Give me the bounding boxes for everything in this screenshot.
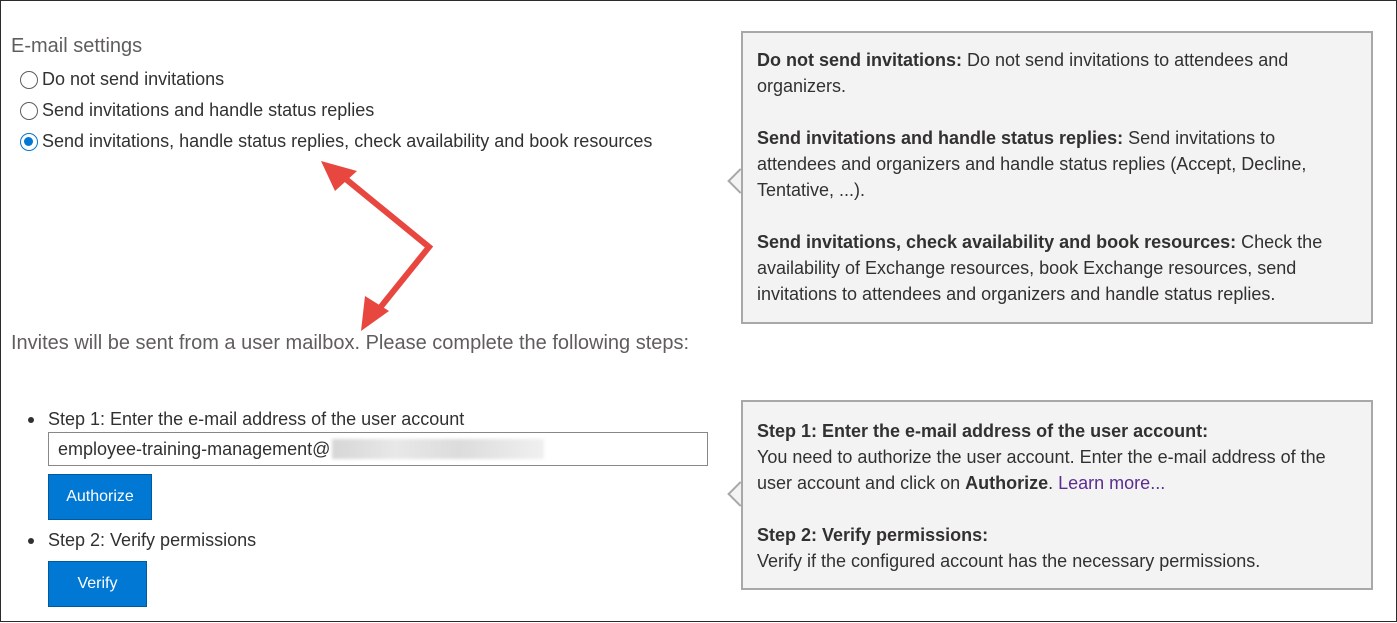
help-item: Send invitations, check availability and…	[757, 229, 1357, 307]
steps-help-callout: Step 1: Enter the e-mail address of the …	[741, 400, 1373, 590]
help-desc: Verify if the configured account has the…	[757, 551, 1261, 571]
help-term: Do not send invitations:	[757, 50, 962, 70]
radio-send-and-handle[interactable]: Send invitations and handle status repli…	[20, 100, 374, 121]
settings-panel: E-mail settings Do not send invitations …	[0, 0, 1397, 622]
radio-button-icon[interactable]	[20, 101, 38, 120]
help-item: Send invitations and handle status repli…	[757, 125, 1357, 203]
mailbox-info-text: Invites will be sent from a user mailbox…	[11, 332, 690, 354]
email-settings-title: E-mail settings	[11, 35, 143, 57]
arrow-line	[334, 168, 434, 321]
redacted-domain	[332, 439, 545, 459]
help-item-step1: Step 1: Enter the e-mail address of the …	[757, 418, 1357, 496]
help-desc: .	[1048, 473, 1059, 493]
radio-button-icon[interactable]	[20, 70, 38, 89]
help-term: Send invitations, check availability and…	[757, 232, 1237, 252]
step2-label: Step 2: Verify permissions	[28, 530, 256, 551]
help-item: Do not send invitations: Do not send inv…	[757, 47, 1357, 99]
radio-label: Send invitations and handle status repli…	[42, 100, 375, 120]
email-value: employee-training-management@	[58, 438, 331, 459]
help-item-step2: Step 2: Verify permissions: Verify if th…	[757, 522, 1357, 574]
authorize-button[interactable]: Authorize	[48, 474, 152, 520]
help-desc-bold: Authorize	[965, 473, 1049, 493]
radio-do-not-send[interactable]: Do not send invitations	[20, 69, 224, 90]
verify-button[interactable]: Verify	[48, 561, 147, 607]
step2-text: Step 2: Verify permissions	[48, 530, 257, 550]
email-field[interactable]: employee-training-management@	[48, 432, 708, 466]
radio-send-handle-book[interactable]: Send invitations, handle status replies,…	[20, 131, 652, 152]
radio-label: Send invitations, handle status replies,…	[42, 131, 653, 151]
help-term: Send invitations and handle status repli…	[757, 128, 1124, 148]
help-term: Step 1: Enter the e-mail address of the …	[757, 421, 1209, 441]
radio-label: Do not send invitations	[42, 69, 225, 89]
invitation-help-callout: Do not send invitations: Do not send inv…	[741, 31, 1373, 324]
bullet-icon	[28, 537, 34, 544]
step1-text: Step 1: Enter the e-mail address of the …	[48, 409, 465, 429]
bullet-icon	[28, 416, 34, 423]
help-term: Step 2: Verify permissions:	[757, 525, 989, 545]
arrow-head-bottom	[361, 296, 389, 331]
step1-label: Step 1: Enter the e-mail address of the …	[28, 409, 464, 430]
learn-more-link[interactable]: Learn more...	[1058, 473, 1165, 493]
arrow-head-top	[321, 161, 357, 191]
radio-button-selected-icon[interactable]	[20, 132, 38, 151]
